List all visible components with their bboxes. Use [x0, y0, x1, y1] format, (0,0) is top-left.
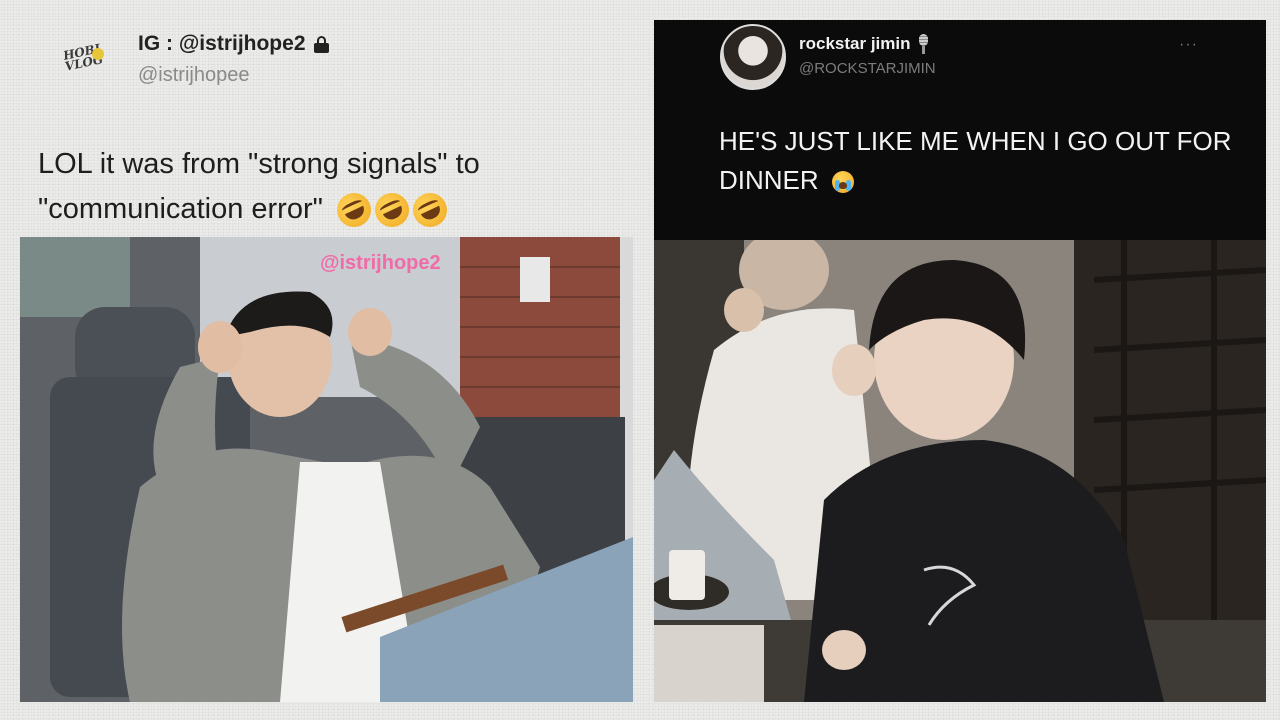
left-tweet-photo[interactable]: @istrijhope2 [20, 237, 633, 702]
rofl-emoji-icon [369, 187, 415, 233]
more-options-icon[interactable]: ··· [1179, 36, 1198, 54]
left-tweet-text-block: LOL it was from "strong signals" to "com… [38, 142, 628, 233]
right-display-name[interactable]: rockstar jimin [799, 34, 911, 54]
photo-watermark: @istrijhope2 [320, 252, 441, 274]
left-handle[interactable]: @istrijhopee [138, 64, 249, 87]
crying-face-emoji-icon [831, 171, 854, 194]
rofl-emoji-icon [331, 187, 377, 233]
right-avatar[interactable] [720, 24, 786, 90]
right-tweet-card[interactable]: rockstar jimin @ROCKSTARJIMIN ··· HE'S J… [654, 20, 1266, 702]
microphone-icon [917, 34, 929, 54]
rofl-emoji-icon [407, 187, 453, 233]
right-tweet-text: HE'S JUST LIKE ME WHEN I GO OUT FOR DINN… [719, 126, 1232, 195]
car-scene-illustration: @istrijhope2 [20, 237, 633, 702]
left-emoji-row [331, 187, 453, 233]
right-display-name-row: rockstar jimin [799, 34, 929, 54]
right-tweet-text-block: HE'S JUST LIKE ME WHEN I GO OUT FOR DINN… [719, 122, 1239, 200]
left-tweet-card[interactable]: HOBI VLOG IG : @istrijhope2 @istrijhopee… [20, 18, 635, 702]
dinner-scene-illustration [654, 240, 1266, 702]
left-avatar-logo[interactable]: HOBI VLOG [50, 34, 116, 82]
right-handle[interactable]: @ROCKSTARJIMIN [799, 60, 936, 77]
right-tweet-photo[interactable] [654, 240, 1266, 702]
lock-icon [313, 35, 329, 53]
left-display-name[interactable]: IG : @istrijhope2 [138, 32, 306, 56]
avatar-logo-dot [92, 48, 104, 60]
avatar-logo-text: HOBI VLOG [61, 41, 105, 74]
left-display-name-row: IG : @istrijhope2 [138, 32, 329, 56]
